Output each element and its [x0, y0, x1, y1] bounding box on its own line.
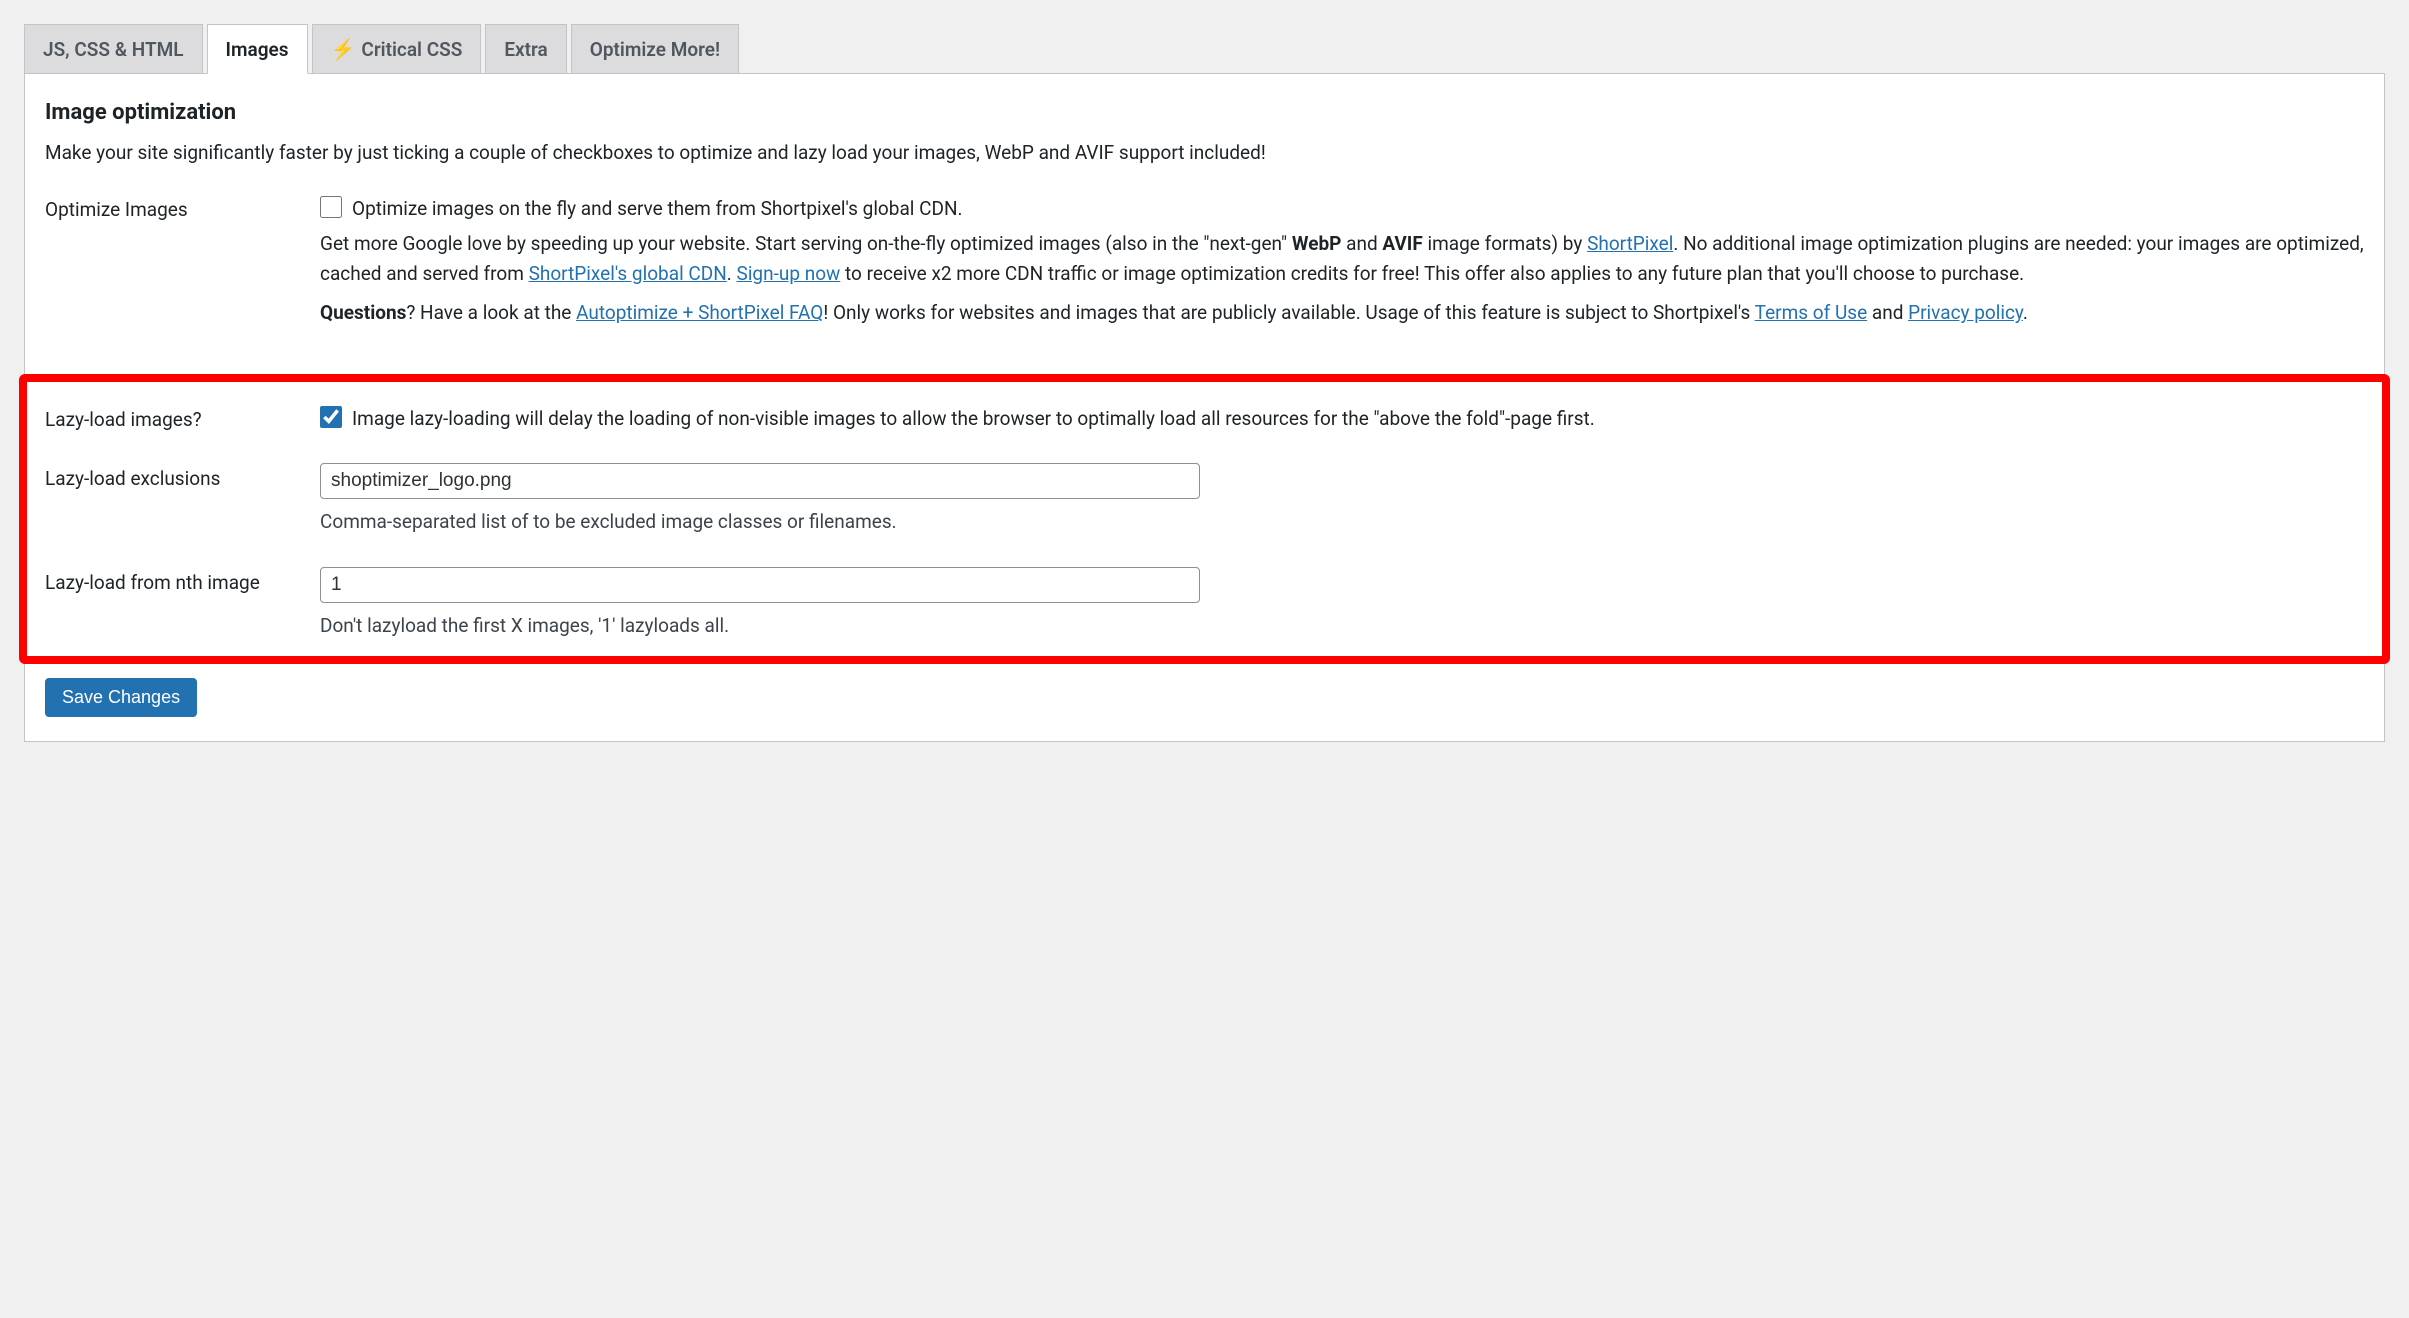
- tab-label: Optimize More!: [590, 38, 720, 61]
- checkbox-line: Image lazy-loading will delay the loadin…: [320, 404, 2364, 433]
- tab-label: Critical CSS: [361, 38, 462, 61]
- link-signup-now[interactable]: Sign-up now: [737, 262, 841, 285]
- lazy-load-nth-input[interactable]: [320, 567, 1200, 603]
- row-lazy-load-exclusions: Lazy-load exclusions Comma-separated lis…: [45, 463, 2364, 536]
- optimize-images-questions: Questions? Have a look at the Autoptimiz…: [320, 298, 2364, 327]
- row-label: Optimize Images: [45, 194, 320, 221]
- lazy-load-exclusions-input[interactable]: [320, 463, 1200, 499]
- tab-js-css-html[interactable]: JS, CSS & HTML: [24, 24, 203, 73]
- settings-wrap: JS, CSS & HTML Images ⚡Critical CSS Extr…: [0, 0, 2409, 766]
- optimize-images-description: Get more Google love by speeding up your…: [320, 229, 2364, 288]
- link-autoptimize-shortpixel-faq[interactable]: Autoptimize + ShortPixel FAQ: [576, 301, 823, 324]
- link-shortpixel[interactable]: ShortPixel: [1587, 232, 1673, 255]
- row-label: Lazy-load exclusions: [45, 463, 320, 490]
- tab-optimize-more[interactable]: Optimize More!: [571, 24, 739, 73]
- row-optimize-images: Optimize Images Optimize images on the f…: [45, 194, 2364, 338]
- tab-label: Extra: [504, 38, 547, 61]
- lazy-load-nth-help: Don't lazyload the first X images, '1' l…: [320, 611, 2364, 640]
- link-privacy-policy[interactable]: Privacy policy: [1908, 301, 2023, 324]
- row-lazy-load-nth: Lazy-load from nth image Don't lazyload …: [45, 567, 2364, 640]
- tab-critical-css[interactable]: ⚡Critical CSS: [312, 24, 482, 73]
- optimize-images-checkbox[interactable]: [320, 196, 342, 218]
- settings-panel: Image optimization Make your site signif…: [24, 74, 2385, 742]
- optimize-images-checkbox-label: Optimize images on the fly and serve the…: [352, 194, 2364, 223]
- highlight-box: Lazy-load images? Image lazy-loading wil…: [19, 374, 2390, 664]
- row-field: Optimize images on the fly and serve the…: [320, 194, 2364, 338]
- link-terms-of-use[interactable]: Terms of Use: [1755, 301, 1867, 324]
- row-lazy-load-images: Lazy-load images? Image lazy-loading wil…: [45, 404, 2364, 433]
- tab-extra[interactable]: Extra: [485, 24, 566, 73]
- row-label: Lazy-load from nth image: [45, 567, 320, 594]
- link-shortpixel-cdn[interactable]: ShortPixel's global CDN: [529, 262, 727, 285]
- row-label: Lazy-load images?: [45, 404, 320, 431]
- tab-label: Images: [226, 38, 289, 61]
- row-field: Don't lazyload the first X images, '1' l…: [320, 567, 2364, 640]
- row-field: Comma-separated list of to be excluded i…: [320, 463, 2364, 536]
- checkbox-line: Optimize images on the fly and serve the…: [320, 194, 2364, 223]
- nav-tabs: JS, CSS & HTML Images ⚡Critical CSS Extr…: [24, 24, 2385, 74]
- tab-label: JS, CSS & HTML: [43, 38, 184, 61]
- bolt-icon: ⚡: [331, 37, 356, 61]
- save-changes-button[interactable]: Save Changes: [45, 678, 197, 717]
- lazy-load-exclusions-help: Comma-separated list of to be excluded i…: [320, 507, 2364, 536]
- lazy-load-images-checkbox[interactable]: [320, 406, 342, 428]
- section-title: Image optimization: [45, 100, 2364, 125]
- row-field: Image lazy-loading will delay the loadin…: [320, 404, 2364, 433]
- tab-images[interactable]: Images: [207, 24, 308, 74]
- lazy-load-images-checkbox-label: Image lazy-loading will delay the loadin…: [352, 404, 2364, 433]
- section-description: Make your site significantly faster by j…: [45, 141, 2364, 164]
